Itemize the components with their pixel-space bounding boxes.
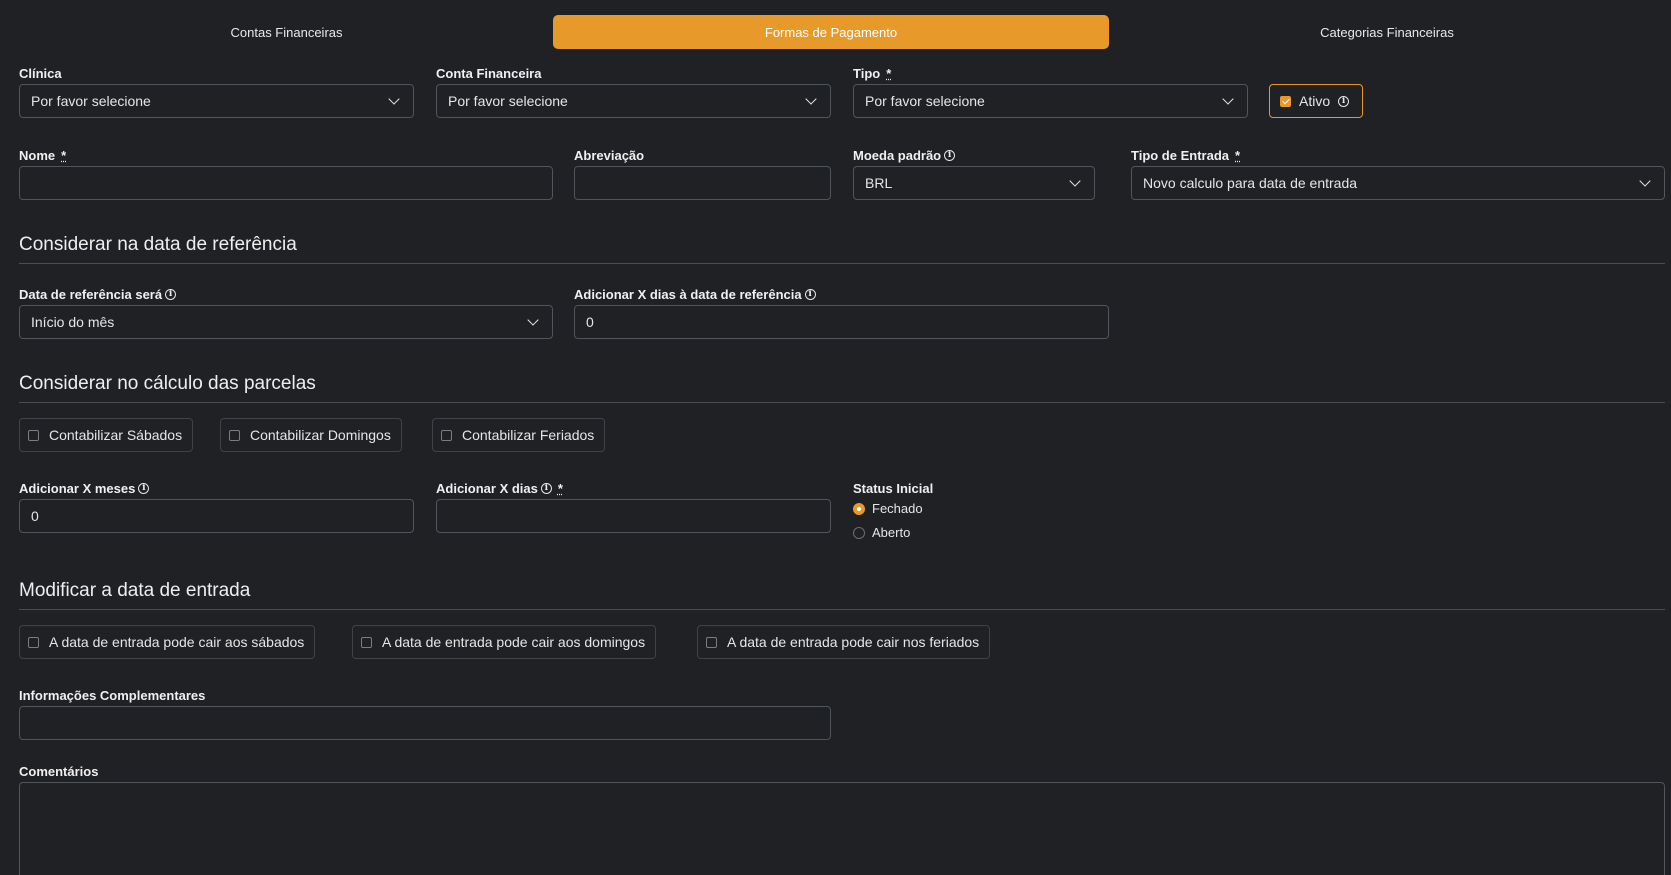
info-icon[interactable]: i [804,288,816,300]
radio-label: Aberto [872,525,911,540]
adicionar-dias-label: Adicionar X dias i * [436,480,563,496]
status-inicial-label: Status Inicial [853,480,934,496]
abreviacao-label-text: Abreviação [574,147,645,163]
adicionar-dias-label-text: Adicionar X dias [436,480,538,496]
checkbox-label: Contabilizar Domingos [250,427,391,443]
info-icon[interactable]: i [944,149,956,161]
info-icon: i [1338,95,1350,107]
data-referencia-value: Início do mês [31,314,115,330]
dias-referencia-value: 0 [586,314,594,330]
entrada-domingos-checkbox[interactable]: A data de entrada pode cair aos domingos [352,625,657,659]
info-icon[interactable]: i [138,482,150,494]
chevron-down-icon [527,314,539,326]
checkbox-checked-icon [1280,95,1291,107]
chevron-down-icon [1069,175,1081,187]
checkbox-label: A data de entrada pode cair aos domingos [382,634,646,650]
data-referencia-label: Data de referência será i [19,286,177,302]
checkbox-icon [28,429,39,441]
checkbox-label: Contabilizar Feriados [462,427,595,443]
clinica-label-text: Clínica [19,65,62,81]
checkbox-icon [706,636,717,648]
checkbox-icon [229,429,240,441]
tipo-select-value: Por favor selecione [865,93,985,109]
adicionar-meses-label: Adicionar X meses i [19,480,150,496]
data-referencia-select[interactable]: Início do mês [19,305,553,339]
checkbox-icon [28,636,39,648]
required-mark: * [886,65,892,81]
entrada-sabados-checkbox[interactable]: A data de entrada pode cair aos sábados [19,625,316,659]
conta-financeira-select[interactable]: Por favor selecione [436,84,831,118]
abreviacao-input[interactable] [574,166,831,200]
tab-contas-financeiras[interactable]: Contas Financeiras [19,15,554,49]
conta-financeira-select-value: Por favor selecione [448,93,568,109]
contabilizar-sabados-checkbox[interactable]: Contabilizar Sábados [19,418,194,452]
contabilizar-feriados-checkbox[interactable]: Contabilizar Feriados [432,418,606,452]
checkbox-label: A data de entrada pode cair aos sábados [49,634,305,650]
tipo-entrada-select[interactable]: Novo calculo para data de entrada [1131,166,1665,200]
tipo-label: Tipo * [853,65,891,81]
radio-icon [853,526,865,539]
radio-selected-icon [853,502,865,515]
data-referencia-label-text: Data de referência será [19,286,163,302]
chevron-down-icon [388,93,400,105]
dias-referencia-input[interactable]: 0 [574,305,1109,339]
nome-label: Nome * [19,147,66,163]
radio-label: Fechado [872,501,923,516]
tipo-select[interactable]: Por favor selecione [853,84,1248,118]
nome-input[interactable] [19,166,553,200]
contabilizar-domingos-checkbox[interactable]: Contabilizar Domingos [220,418,402,452]
entrada-feriados-checkbox[interactable]: A data de entrada pode cair nos feriados [697,625,991,659]
comentarios-textarea[interactable] [19,782,1665,875]
nome-label-text: Nome [19,147,56,163]
info-icon[interactable]: i [540,482,552,494]
adicionar-meses-label-text: Adicionar X meses [19,480,136,496]
dias-referencia-label: Adicionar X dias à data de referência i [574,286,816,302]
info-icon[interactable]: i [165,288,177,300]
conta-financeira-label-text: Conta Financeira [436,65,542,81]
section-divider [19,609,1665,610]
required-mark: * [557,480,563,496]
moeda-padrao-value: BRL [865,175,893,191]
adicionar-meses-value: 0 [31,508,39,524]
required-mark: * [1235,147,1241,163]
radio-fechado[interactable]: Fechado [853,501,923,516]
required-mark: * [61,147,67,163]
checkbox-label: Contabilizar Sábados [49,427,183,443]
adicionar-dias-input[interactable] [436,499,831,533]
checkbox-icon [361,636,372,648]
clinica-select-value: Por favor selecione [31,93,151,109]
moeda-padrao-label-text: Moeda padrão [853,147,942,163]
adicionar-meses-input[interactable]: 0 [19,499,414,533]
tab-categorias-financeiras[interactable]: Categorias Financeiras [1109,15,1665,49]
checkbox-icon [441,429,452,441]
chevron-down-icon [805,93,817,105]
info-complementares-label: Informações Complementares [19,687,206,703]
tipo-label-text: Tipo [853,65,881,81]
ativo-label: Ativo [1299,93,1331,109]
section-divider [19,402,1665,403]
ativo-checkbox[interactable]: Ativo i [1269,84,1363,118]
chevron-down-icon [1639,175,1651,187]
moeda-padrao-label: Moeda padrão i [853,147,956,163]
radio-aberto[interactable]: Aberto [853,525,910,540]
tipo-entrada-label-text: Tipo de Entrada [1131,147,1229,163]
dias-referencia-label-text: Adicionar X dias à data de referência [574,286,802,302]
checkbox-label: A data de entrada pode cair nos feriados [727,634,980,650]
tipo-entrada-value: Novo calculo para data de entrada [1143,175,1358,191]
moeda-padrao-select[interactable]: BRL [853,166,1095,200]
tab-formas-de-pagamento[interactable]: Formas de Pagamento [553,15,1109,49]
conta-financeira-label: Conta Financeira [436,65,541,81]
section-divider [19,263,1665,264]
comentarios-label: Comentários [19,763,99,779]
info-complementares-input[interactable] [19,706,831,740]
tipo-entrada-label: Tipo de Entrada * [1131,147,1240,163]
section-title-entrada: Modificar a data de entrada [19,580,251,601]
section-title-parcelas: Considerar no cálculo das parcelas [19,373,316,394]
abreviacao-label: Abreviação [574,147,644,163]
chevron-down-icon [1222,93,1234,105]
clinica-select[interactable]: Por favor selecione [19,84,414,118]
section-title-referencia: Considerar na data de referência [19,234,297,255]
clinica-label: Clínica [19,65,62,81]
